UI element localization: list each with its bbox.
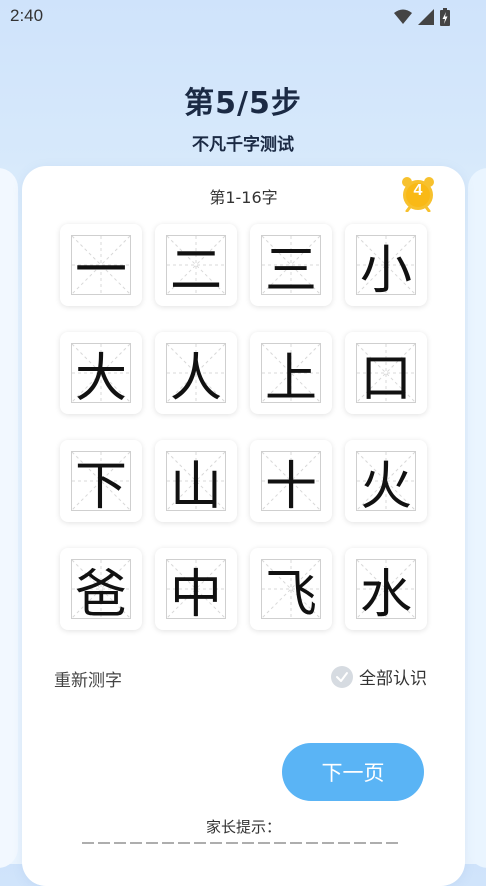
character-glyph: 十 [264, 456, 317, 517]
character-glyph: 火 [359, 456, 412, 517]
step-title: 第5/5步 [184, 86, 302, 121]
character-glyph: 人 [169, 348, 222, 409]
character-cell[interactable]: 十 [250, 440, 332, 522]
retest-button[interactable]: 重新测字 [54, 666, 122, 691]
character-glyph: 上 [264, 348, 317, 409]
battery-icon [440, 8, 450, 26]
character-glyph: 水 [359, 564, 412, 625]
character-glyph: 大 [74, 348, 127, 409]
character-glyph: 二 [169, 240, 222, 301]
character-glyph: 三 [264, 240, 317, 301]
character-cell[interactable]: 大 [60, 332, 142, 414]
character-cell[interactable]: 三 [250, 224, 332, 306]
character-cell[interactable]: 人 [155, 332, 237, 414]
character-grid: 一二三小大人上口下山十火爸中飞水 [60, 224, 428, 630]
character-cell[interactable]: 爸 [60, 548, 142, 630]
wifi-icon [394, 9, 412, 24]
character-range-heading: 第1-16字 [209, 188, 278, 207]
character-cell[interactable]: 水 [345, 548, 427, 630]
test-subtitle: 不凡千字测试 [192, 135, 294, 155]
character-glyph: 口 [359, 348, 412, 409]
parent-tip-text [82, 840, 402, 846]
timer-badge: 4 [400, 176, 436, 213]
character-cell[interactable]: 小 [345, 224, 427, 306]
test-card: 第1-16字 4 一二三小大人上口下山十火爸中飞水 重新测字 全部认识 下一页 … [22, 166, 465, 886]
character-glyph: 一 [74, 240, 127, 301]
character-cell[interactable]: 飞 [250, 548, 332, 630]
all-known-label: 全部认识 [359, 669, 427, 689]
next-page-button[interactable]: 下一页 [282, 743, 424, 801]
character-cell[interactable]: 一 [60, 224, 142, 306]
next-card-edge [468, 168, 486, 868]
character-cell[interactable]: 山 [155, 440, 237, 522]
character-glyph: 爸 [74, 564, 127, 625]
timer-count: 4 [413, 182, 423, 199]
character-cell[interactable]: 口 [345, 332, 427, 414]
status-bar: 2:40 [0, 0, 486, 34]
character-glyph: 小 [359, 240, 412, 301]
character-glyph: 下 [74, 456, 127, 517]
character-glyph: 山 [169, 456, 222, 517]
previous-card-edge [0, 168, 18, 868]
signal-icon [418, 9, 434, 25]
all-known-toggle[interactable]: 全部认识 [331, 664, 427, 689]
header: 第5/5步 不凡千字测试 [0, 78, 486, 155]
check-icon [331, 665, 353, 688]
status-icons [394, 8, 450, 26]
character-cell[interactable]: 中 [155, 548, 237, 630]
character-cell[interactable]: 下 [60, 440, 142, 522]
character-cell[interactable]: 火 [345, 440, 427, 522]
character-cell[interactable]: 二 [155, 224, 237, 306]
character-glyph: 中 [169, 564, 222, 625]
parent-tip-label: 家长提示： [205, 818, 281, 836]
character-glyph: 飞 [264, 564, 317, 625]
status-time: 2:40 [10, 6, 44, 25]
character-cell[interactable]: 上 [250, 332, 332, 414]
